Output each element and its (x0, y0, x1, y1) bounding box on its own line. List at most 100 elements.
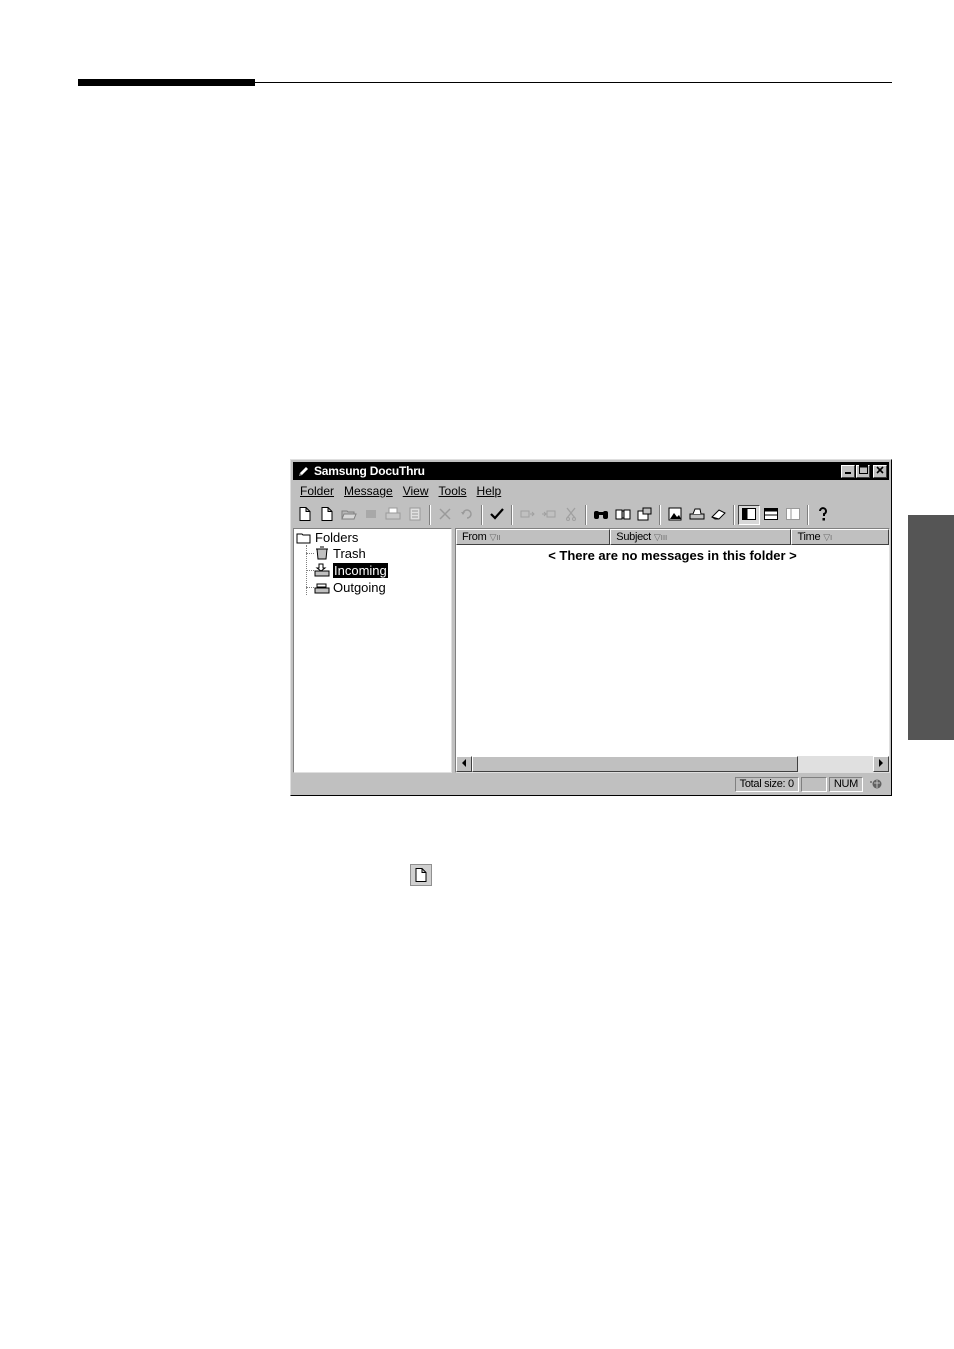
undo-button[interactable] (456, 505, 478, 525)
print-preview-button[interactable] (404, 505, 426, 525)
column-label: Subject (616, 531, 651, 543)
close-icon (876, 465, 884, 477)
column-label: From (462, 531, 487, 543)
tree-root-label: Folders (315, 529, 359, 545)
menu-help[interactable]: Help (472, 484, 507, 498)
title-bar[interactable]: Samsung DocuThru (293, 462, 889, 480)
open-folder-button[interactable] (338, 505, 360, 525)
eraser-icon (711, 508, 727, 523)
folder-icon (296, 530, 312, 544)
toolbar-separator (585, 505, 587, 525)
minimize-button[interactable] (841, 464, 855, 478)
status-globe-icon (863, 778, 889, 790)
tree-item-incoming[interactable]: Incoming (314, 562, 388, 578)
find-icon (593, 508, 609, 523)
address-book-button[interactable] (612, 505, 634, 525)
arrow-right-icon (878, 758, 884, 770)
tree-item-trash[interactable]: Trash (314, 545, 366, 561)
column-from[interactable]: From ▽ıı (456, 529, 611, 545)
window-title: Samsung DocuThru (314, 464, 425, 478)
properties-icon (637, 507, 653, 524)
cut-button[interactable] (560, 505, 582, 525)
menu-tools[interactable]: Tools (434, 484, 472, 498)
menu-bar: Folder Message View Tools Help (295, 482, 506, 500)
help-icon (817, 506, 829, 524)
delete-button[interactable] (434, 505, 456, 525)
trash-icon (314, 546, 330, 560)
filter-icon: ▽ııı (653, 531, 668, 542)
menu-folder[interactable]: Folder (295, 484, 339, 498)
forward-button[interactable] (538, 505, 560, 525)
message-list: From ▽ıı Subject ▽ııı Time ▽ı < There are n… (455, 528, 890, 773)
menu-message[interactable]: Message (339, 484, 398, 498)
tree-item-outgoing[interactable]: Outgoing (314, 579, 386, 595)
tree-connector (306, 553, 314, 554)
column-headers: From ▽ıı Subject ▽ııı Time ▽ı (456, 529, 889, 545)
print-button[interactable] (382, 505, 404, 525)
tree-item-label: Outgoing (333, 579, 386, 595)
layout-list-button[interactable] (782, 505, 804, 525)
check-button[interactable] (486, 505, 508, 525)
new-blank-button[interactable] (316, 505, 338, 525)
menu-view[interactable]: View (398, 484, 434, 498)
new-blank-icon (321, 506, 333, 524)
find-button[interactable] (590, 505, 612, 525)
tree-item-label: Trash (333, 545, 366, 561)
filter-icon: ▽ıı (489, 531, 501, 542)
layout-preview-icon (764, 507, 778, 523)
column-subject[interactable]: Subject ▽ııı (610, 529, 792, 545)
chapter-side-tab (908, 515, 954, 740)
minimize-icon (844, 465, 852, 477)
pencil-icon (296, 464, 310, 478)
image-button[interactable] (664, 505, 686, 525)
folder-tree: Folders Trash Incoming Outgoing (293, 528, 452, 773)
scroll-right-button[interactable] (873, 756, 889, 772)
scroll-left-button[interactable] (456, 756, 472, 772)
header-rule-thin (255, 82, 892, 83)
tree-connector (306, 587, 314, 588)
scroll-thumb[interactable] (472, 756, 798, 772)
save-button[interactable] (360, 505, 382, 525)
delete-icon (439, 507, 451, 523)
filter-icon: ▽ı (823, 531, 833, 542)
maximize-icon (858, 465, 868, 477)
column-time[interactable]: Time ▽ı (791, 529, 889, 545)
toolbar-separator (807, 505, 809, 525)
image-icon (668, 507, 682, 524)
status-empty-panel (800, 776, 827, 792)
scanner-button[interactable] (686, 505, 708, 525)
horizontal-scrollbar[interactable] (456, 756, 889, 772)
reply-icon (519, 508, 535, 523)
toolbar-separator (481, 505, 483, 525)
status-total-size: Total size: 0 (734, 776, 799, 792)
cut-icon (565, 507, 577, 524)
toolbar-separator (733, 505, 735, 525)
incoming-tray-icon (314, 563, 330, 577)
layout-list-icon (786, 507, 800, 523)
open-folder-icon (341, 508, 357, 523)
empty-folder-message: < There are no messages in this folder > (548, 548, 797, 563)
reply-button[interactable] (516, 505, 538, 525)
scanner-icon (689, 508, 705, 523)
layout-preview-button[interactable] (760, 505, 782, 525)
maximize-button[interactable] (856, 464, 870, 478)
layout-split-button[interactable] (738, 505, 760, 525)
docuthru-window: Samsung DocuThru Folder Message View Too… (290, 459, 892, 796)
properties-button[interactable] (634, 505, 656, 525)
close-button[interactable] (873, 464, 887, 478)
status-bar: Total size: 0 NUM (293, 775, 889, 793)
toolbar-separator (511, 505, 513, 525)
undo-icon (460, 508, 474, 523)
header-rule-thick (78, 79, 255, 86)
new-document-icon (299, 506, 311, 524)
help-button[interactable] (812, 505, 834, 525)
new-document-icon (410, 864, 432, 886)
new-document-button[interactable] (294, 505, 316, 525)
forward-icon (541, 508, 557, 523)
status-num-lock: NUM (828, 776, 863, 792)
toolbar-separator (659, 505, 661, 525)
column-label: Time (797, 531, 821, 543)
print-preview-icon (409, 507, 421, 524)
tree-root-folders[interactable]: Folders (296, 529, 358, 545)
eraser-button[interactable] (708, 505, 730, 525)
